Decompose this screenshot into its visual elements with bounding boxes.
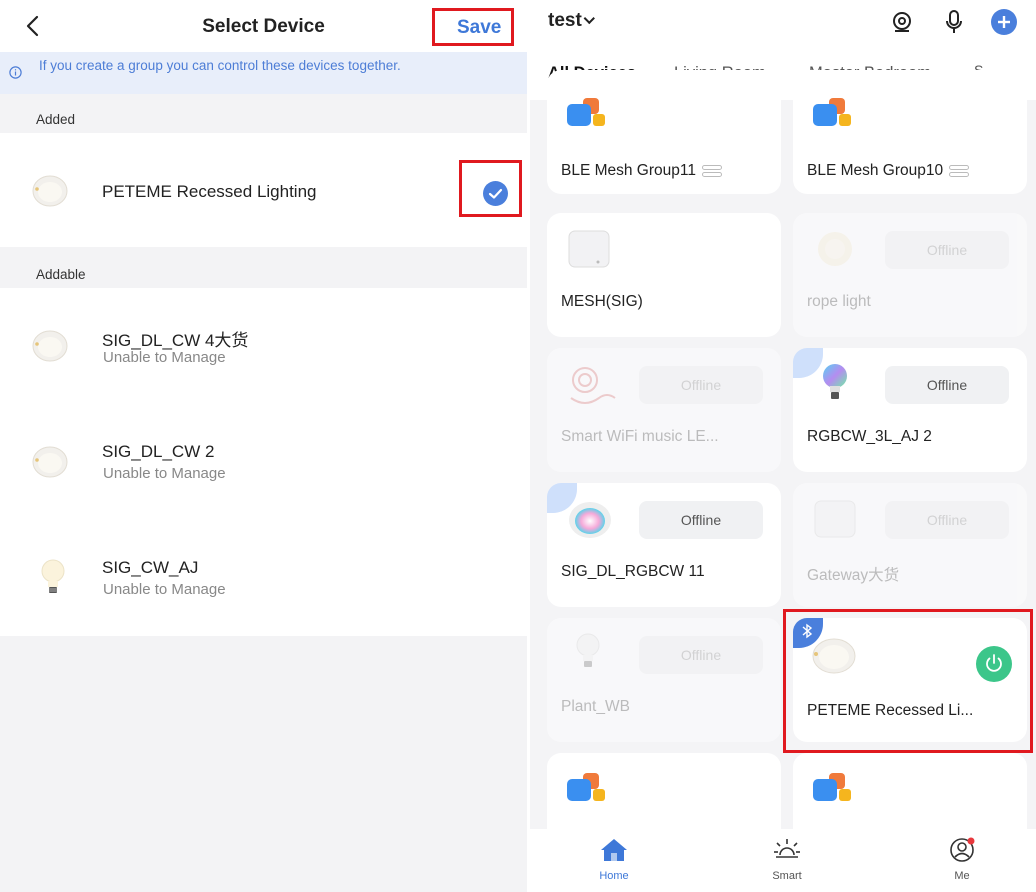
home-name: test bbox=[548, 10, 582, 31]
light-strip-icon bbox=[570, 367, 616, 404]
device-card-name: rope light bbox=[807, 293, 871, 310]
group-badge-icon bbox=[949, 164, 970, 178]
device-card[interactable]: Offline Gateway大货 bbox=[793, 483, 1027, 607]
info-text: If you create a group you can control th… bbox=[39, 58, 401, 73]
device-status: Unable to Manage bbox=[103, 465, 226, 482]
list-item[interactable]: SIG_DL_CW 4大货 Unable to Manage bbox=[0, 288, 527, 404]
group-icon bbox=[813, 773, 851, 801]
eye-icon[interactable] bbox=[890, 10, 914, 34]
group-icon bbox=[813, 98, 851, 126]
select-device-panel: Select Device Save If you create a group… bbox=[0, 0, 527, 892]
addable-section-label: Addable bbox=[36, 267, 86, 282]
gateway-icon bbox=[814, 500, 856, 538]
device-card-name: Plant_WB bbox=[561, 698, 630, 715]
check-highlight-box bbox=[459, 160, 522, 217]
select-device-header: Select Device Save bbox=[0, 0, 527, 52]
nav-label: Home bbox=[599, 870, 629, 882]
bottom-nav: Home Smart Me bbox=[530, 829, 1036, 892]
nav-smart[interactable]: Smart bbox=[757, 837, 817, 882]
home-selector[interactable]: test bbox=[548, 10, 595, 32]
offline-badge: Offline bbox=[639, 636, 763, 674]
list-item[interactable]: SIG_CW_AJ Unable to Manage bbox=[0, 520, 527, 636]
device-card[interactable]: BLE Mesh Group11 bbox=[547, 70, 781, 194]
device-card[interactable]: Offline SIG_DL_RGBCW 11 bbox=[547, 483, 781, 607]
offline-badge: Offline bbox=[639, 366, 763, 404]
profile-icon bbox=[950, 837, 975, 862]
nav-me[interactable]: Me bbox=[932, 837, 992, 882]
device-name: SIG_DL_CW 2 bbox=[102, 442, 215, 461]
device-card-name: RGBCW_3L_AJ 2 bbox=[807, 428, 932, 445]
device-card-name: SIG_DL_RGBCW 11 bbox=[561, 563, 705, 580]
device-card[interactable]: Offline Plant_WB bbox=[547, 618, 781, 742]
device-card[interactable]: Offline RGBCW_3L_AJ 2 bbox=[793, 348, 1027, 472]
recessed-light-icon bbox=[32, 330, 68, 362]
recessed-light-icon bbox=[32, 175, 68, 207]
device-card[interactable]: BLE Mesh Group10 bbox=[793, 70, 1027, 194]
bulb-icon bbox=[576, 633, 600, 667]
nav-label: Me bbox=[954, 870, 970, 882]
offline-badge: Offline bbox=[885, 231, 1009, 269]
group-icon bbox=[567, 98, 605, 126]
info-banner: If you create a group you can control th… bbox=[0, 52, 527, 94]
addable-device-list: SIG_DL_CW 4大货 Unable to Manage SIG_DL_CW… bbox=[0, 288, 527, 636]
device-card[interactable]: Offline rope light bbox=[793, 213, 1027, 337]
light-icon bbox=[818, 232, 852, 266]
microphone-icon[interactable] bbox=[944, 9, 964, 35]
sun-icon bbox=[774, 839, 800, 858]
home-icon bbox=[601, 839, 627, 861]
recessed-light-icon bbox=[32, 446, 68, 478]
color-bulb-icon bbox=[823, 364, 847, 399]
device-name: SIG_CW_AJ bbox=[102, 558, 199, 577]
device-card-name: Smart WiFi music LE... bbox=[561, 428, 719, 445]
list-item[interactable]: SIG_DL_CW 2 Unable to Manage bbox=[0, 404, 527, 520]
device-status: Unable to Manage bbox=[103, 581, 226, 598]
device-name: SIG_DL_CW 4大货 bbox=[102, 331, 249, 350]
device-card[interactable]: Offline Smart WiFi music LE... bbox=[547, 348, 781, 472]
group-icon bbox=[567, 773, 605, 801]
chevron-down-icon bbox=[583, 12, 595, 25]
device-name: PETEME Recessed Lighting bbox=[102, 182, 317, 201]
offline-badge: Offline bbox=[885, 366, 1009, 404]
device-highlight-box bbox=[783, 609, 1033, 753]
device-card-name: MESH(SIG) bbox=[561, 293, 643, 310]
home-devices-panel: test All Devices Living Room Master Bedr… bbox=[530, 0, 1036, 892]
device-card-name: Gateway大货 bbox=[807, 567, 900, 584]
save-highlight-box bbox=[432, 8, 514, 46]
group-badge-icon bbox=[701, 164, 722, 178]
device-status: Unable to Manage bbox=[103, 349, 226, 366]
added-section-label: Added bbox=[36, 112, 76, 127]
color-downlight-icon bbox=[569, 502, 611, 538]
added-device-row[interactable]: PETEME Recessed Lighting bbox=[0, 133, 527, 247]
device-card[interactable]: MESH(SIG) bbox=[547, 213, 781, 337]
offline-badge: Offline bbox=[885, 501, 1009, 539]
device-card-name: BLE Mesh Group11 bbox=[561, 162, 696, 179]
offline-badge: Offline bbox=[639, 501, 763, 539]
bulb-icon bbox=[41, 559, 65, 593]
gateway-icon bbox=[568, 230, 610, 268]
nav-label: Smart bbox=[772, 870, 802, 882]
add-icon[interactable] bbox=[990, 8, 1018, 36]
screenshot-root: Select Device Save If you create a group… bbox=[0, 0, 1036, 892]
info-icon bbox=[9, 66, 22, 79]
nav-home[interactable]: Home bbox=[584, 837, 644, 882]
device-card-name: BLE Mesh Group10 bbox=[807, 162, 944, 179]
